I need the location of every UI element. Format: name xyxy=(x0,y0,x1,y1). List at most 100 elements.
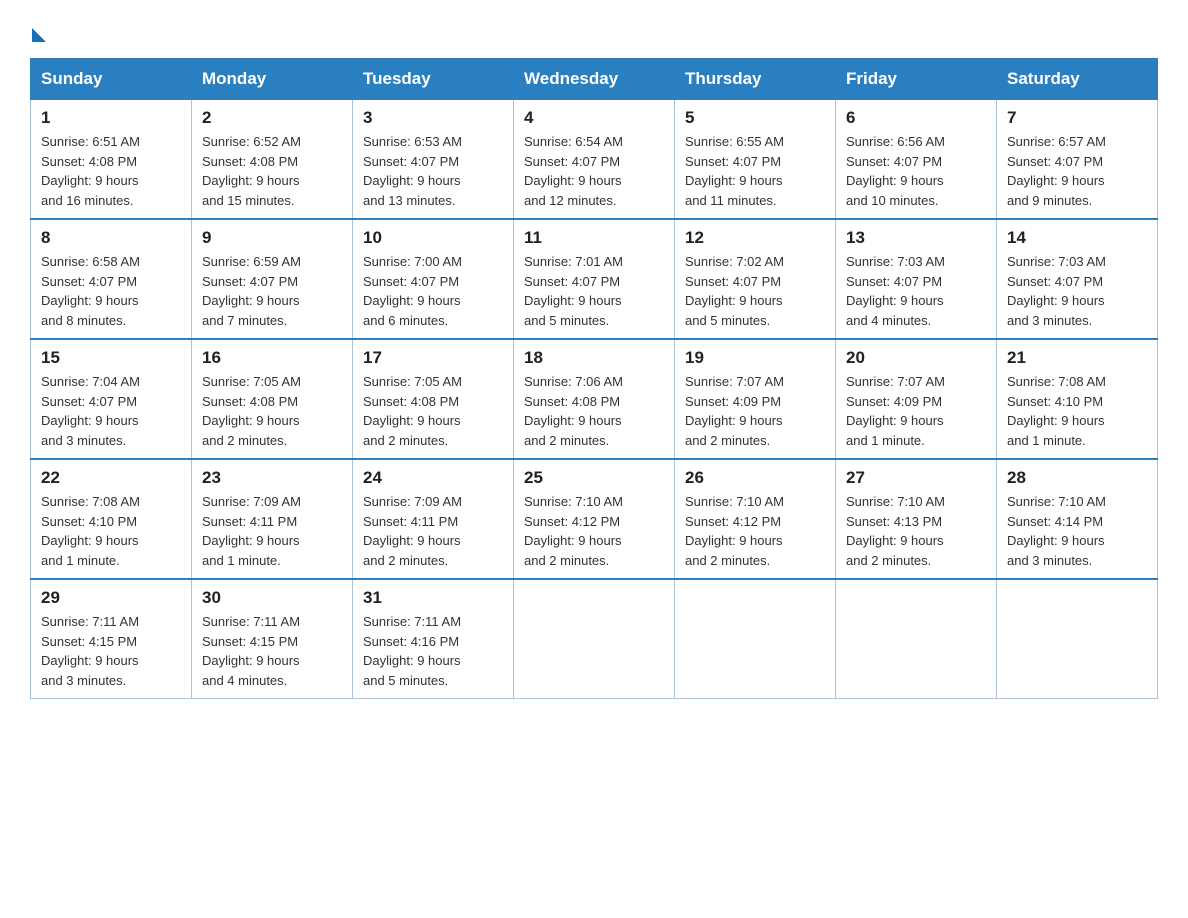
calendar-week-row: 8 Sunrise: 6:58 AMSunset: 4:07 PMDaylight… xyxy=(31,219,1158,339)
calendar-header-monday: Monday xyxy=(192,59,353,100)
day-info: Sunrise: 7:09 AMSunset: 4:11 PMDaylight:… xyxy=(202,492,342,570)
calendar-cell: 23 Sunrise: 7:09 AMSunset: 4:11 PMDayligh… xyxy=(192,459,353,579)
day-number: 23 xyxy=(202,468,342,488)
day-number: 9 xyxy=(202,228,342,248)
calendar-header-sunday: Sunday xyxy=(31,59,192,100)
calendar-cell: 25 Sunrise: 7:10 AMSunset: 4:12 PMDayligh… xyxy=(514,459,675,579)
day-info: Sunrise: 7:00 AMSunset: 4:07 PMDaylight:… xyxy=(363,252,503,330)
calendar-cell xyxy=(836,579,997,699)
day-info: Sunrise: 7:01 AMSunset: 4:07 PMDaylight:… xyxy=(524,252,664,330)
day-info: Sunrise: 6:54 AMSunset: 4:07 PMDaylight:… xyxy=(524,132,664,210)
day-info: Sunrise: 6:56 AMSunset: 4:07 PMDaylight:… xyxy=(846,132,986,210)
calendar-header-thursday: Thursday xyxy=(675,59,836,100)
day-number: 4 xyxy=(524,108,664,128)
calendar-cell: 10 Sunrise: 7:00 AMSunset: 4:07 PMDayligh… xyxy=(353,219,514,339)
day-number: 19 xyxy=(685,348,825,368)
day-number: 30 xyxy=(202,588,342,608)
calendar-cell: 15Sunrise: 7:04 AMSunset: 4:07 PMDayligh… xyxy=(31,339,192,459)
day-info: Sunrise: 7:08 AMSunset: 4:10 PMDaylight:… xyxy=(41,492,181,570)
day-info: Sunrise: 7:04 AMSunset: 4:07 PMDaylight:… xyxy=(41,372,181,450)
calendar-cell: 3Sunrise: 6:53 AMSunset: 4:07 PMDaylight… xyxy=(353,100,514,220)
calendar-cell xyxy=(675,579,836,699)
calendar-week-row: 22 Sunrise: 7:08 AMSunset: 4:10 PMDayligh… xyxy=(31,459,1158,579)
day-info: Sunrise: 7:03 AMSunset: 4:07 PMDaylight:… xyxy=(846,252,986,330)
calendar-cell: 6 Sunrise: 6:56 AMSunset: 4:07 PMDaylight… xyxy=(836,100,997,220)
day-info: Sunrise: 7:10 AMSunset: 4:12 PMDaylight:… xyxy=(524,492,664,570)
day-number: 17 xyxy=(363,348,503,368)
day-number: 28 xyxy=(1007,468,1147,488)
day-number: 27 xyxy=(846,468,986,488)
calendar-cell: 7 Sunrise: 6:57 AMSunset: 4:07 PMDaylight… xyxy=(997,100,1158,220)
calendar-cell: 2 Sunrise: 6:52 AMSunset: 4:08 PMDaylight… xyxy=(192,100,353,220)
day-number: 12 xyxy=(685,228,825,248)
calendar-cell xyxy=(997,579,1158,699)
calendar-cell: 16 Sunrise: 7:05 AMSunset: 4:08 PMDayligh… xyxy=(192,339,353,459)
calendar-week-row: 1Sunrise: 6:51 AMSunset: 4:08 PMDaylight… xyxy=(31,100,1158,220)
calendar-cell: 5Sunrise: 6:55 AMSunset: 4:07 PMDaylight… xyxy=(675,100,836,220)
day-number: 18 xyxy=(524,348,664,368)
logo-triangle-icon xyxy=(32,28,46,42)
logo xyxy=(30,20,46,38)
day-number: 31 xyxy=(363,588,503,608)
day-info: Sunrise: 7:11 AMSunset: 4:16 PMDaylight:… xyxy=(363,612,503,690)
day-number: 14 xyxy=(1007,228,1147,248)
calendar-week-row: 15Sunrise: 7:04 AMSunset: 4:07 PMDayligh… xyxy=(31,339,1158,459)
day-number: 26 xyxy=(685,468,825,488)
calendar-cell: 22 Sunrise: 7:08 AMSunset: 4:10 PMDayligh… xyxy=(31,459,192,579)
day-info: Sunrise: 7:10 AMSunset: 4:12 PMDaylight:… xyxy=(685,492,825,570)
day-number: 13 xyxy=(846,228,986,248)
day-info: Sunrise: 7:07 AMSunset: 4:09 PMDaylight:… xyxy=(685,372,825,450)
calendar-cell: 1Sunrise: 6:51 AMSunset: 4:08 PMDaylight… xyxy=(31,100,192,220)
day-number: 29 xyxy=(41,588,181,608)
day-info: Sunrise: 7:05 AMSunset: 4:08 PMDaylight:… xyxy=(202,372,342,450)
day-number: 20 xyxy=(846,348,986,368)
day-info: Sunrise: 7:10 AMSunset: 4:13 PMDaylight:… xyxy=(846,492,986,570)
calendar-cell: 18Sunrise: 7:06 AMSunset: 4:08 PMDayligh… xyxy=(514,339,675,459)
day-info: Sunrise: 7:05 AMSunset: 4:08 PMDaylight:… xyxy=(363,372,503,450)
calendar-table: SundayMondayTuesdayWednesdayThursdayFrid… xyxy=(30,58,1158,699)
day-info: Sunrise: 6:57 AMSunset: 4:07 PMDaylight:… xyxy=(1007,132,1147,210)
day-info: Sunrise: 7:11 AMSunset: 4:15 PMDaylight:… xyxy=(202,612,342,690)
day-info: Sunrise: 7:11 AMSunset: 4:15 PMDaylight:… xyxy=(41,612,181,690)
day-number: 21 xyxy=(1007,348,1147,368)
day-number: 7 xyxy=(1007,108,1147,128)
day-info: Sunrise: 7:02 AMSunset: 4:07 PMDaylight:… xyxy=(685,252,825,330)
calendar-cell: 4 Sunrise: 6:54 AMSunset: 4:07 PMDaylight… xyxy=(514,100,675,220)
calendar-cell: 24Sunrise: 7:09 AMSunset: 4:11 PMDayligh… xyxy=(353,459,514,579)
calendar-header-row: SundayMondayTuesdayWednesdayThursdayFrid… xyxy=(31,59,1158,100)
calendar-cell: 30 Sunrise: 7:11 AMSunset: 4:15 PMDayligh… xyxy=(192,579,353,699)
calendar-cell: 11 Sunrise: 7:01 AMSunset: 4:07 PMDayligh… xyxy=(514,219,675,339)
day-number: 16 xyxy=(202,348,342,368)
day-info: Sunrise: 6:55 AMSunset: 4:07 PMDaylight:… xyxy=(685,132,825,210)
calendar-cell: 27 Sunrise: 7:10 AMSunset: 4:13 PMDayligh… xyxy=(836,459,997,579)
day-number: 10 xyxy=(363,228,503,248)
day-info: Sunrise: 7:09 AMSunset: 4:11 PMDaylight:… xyxy=(363,492,503,570)
calendar-cell: 31 Sunrise: 7:11 AMSunset: 4:16 PMDayligh… xyxy=(353,579,514,699)
page-header xyxy=(30,20,1158,38)
calendar-cell: 19 Sunrise: 7:07 AMSunset: 4:09 PMDayligh… xyxy=(675,339,836,459)
day-number: 2 xyxy=(202,108,342,128)
day-info: Sunrise: 7:07 AMSunset: 4:09 PMDaylight:… xyxy=(846,372,986,450)
day-number: 25 xyxy=(524,468,664,488)
calendar-cell: 9 Sunrise: 6:59 AMSunset: 4:07 PMDaylight… xyxy=(192,219,353,339)
calendar-header-friday: Friday xyxy=(836,59,997,100)
day-number: 6 xyxy=(846,108,986,128)
calendar-cell: 17 Sunrise: 7:05 AMSunset: 4:08 PMDayligh… xyxy=(353,339,514,459)
day-info: Sunrise: 6:51 AMSunset: 4:08 PMDaylight:… xyxy=(41,132,181,210)
day-number: 11 xyxy=(524,228,664,248)
day-info: Sunrise: 6:53 AMSunset: 4:07 PMDaylight:… xyxy=(363,132,503,210)
day-number: 22 xyxy=(41,468,181,488)
calendar-cell: 13 Sunrise: 7:03 AMSunset: 4:07 PMDayligh… xyxy=(836,219,997,339)
day-info: Sunrise: 7:03 AMSunset: 4:07 PMDaylight:… xyxy=(1007,252,1147,330)
day-info: Sunrise: 7:10 AMSunset: 4:14 PMDaylight:… xyxy=(1007,492,1147,570)
calendar-cell: 28 Sunrise: 7:10 AMSunset: 4:14 PMDayligh… xyxy=(997,459,1158,579)
day-info: Sunrise: 6:59 AMSunset: 4:07 PMDaylight:… xyxy=(202,252,342,330)
calendar-cell: 21 Sunrise: 7:08 AMSunset: 4:10 PMDayligh… xyxy=(997,339,1158,459)
calendar-cell: 8 Sunrise: 6:58 AMSunset: 4:07 PMDaylight… xyxy=(31,219,192,339)
day-info: Sunrise: 6:52 AMSunset: 4:08 PMDaylight:… xyxy=(202,132,342,210)
day-info: Sunrise: 7:08 AMSunset: 4:10 PMDaylight:… xyxy=(1007,372,1147,450)
calendar-cell: 14 Sunrise: 7:03 AMSunset: 4:07 PMDayligh… xyxy=(997,219,1158,339)
calendar-cell: 20 Sunrise: 7:07 AMSunset: 4:09 PMDayligh… xyxy=(836,339,997,459)
day-number: 8 xyxy=(41,228,181,248)
day-info: Sunrise: 6:58 AMSunset: 4:07 PMDaylight:… xyxy=(41,252,181,330)
